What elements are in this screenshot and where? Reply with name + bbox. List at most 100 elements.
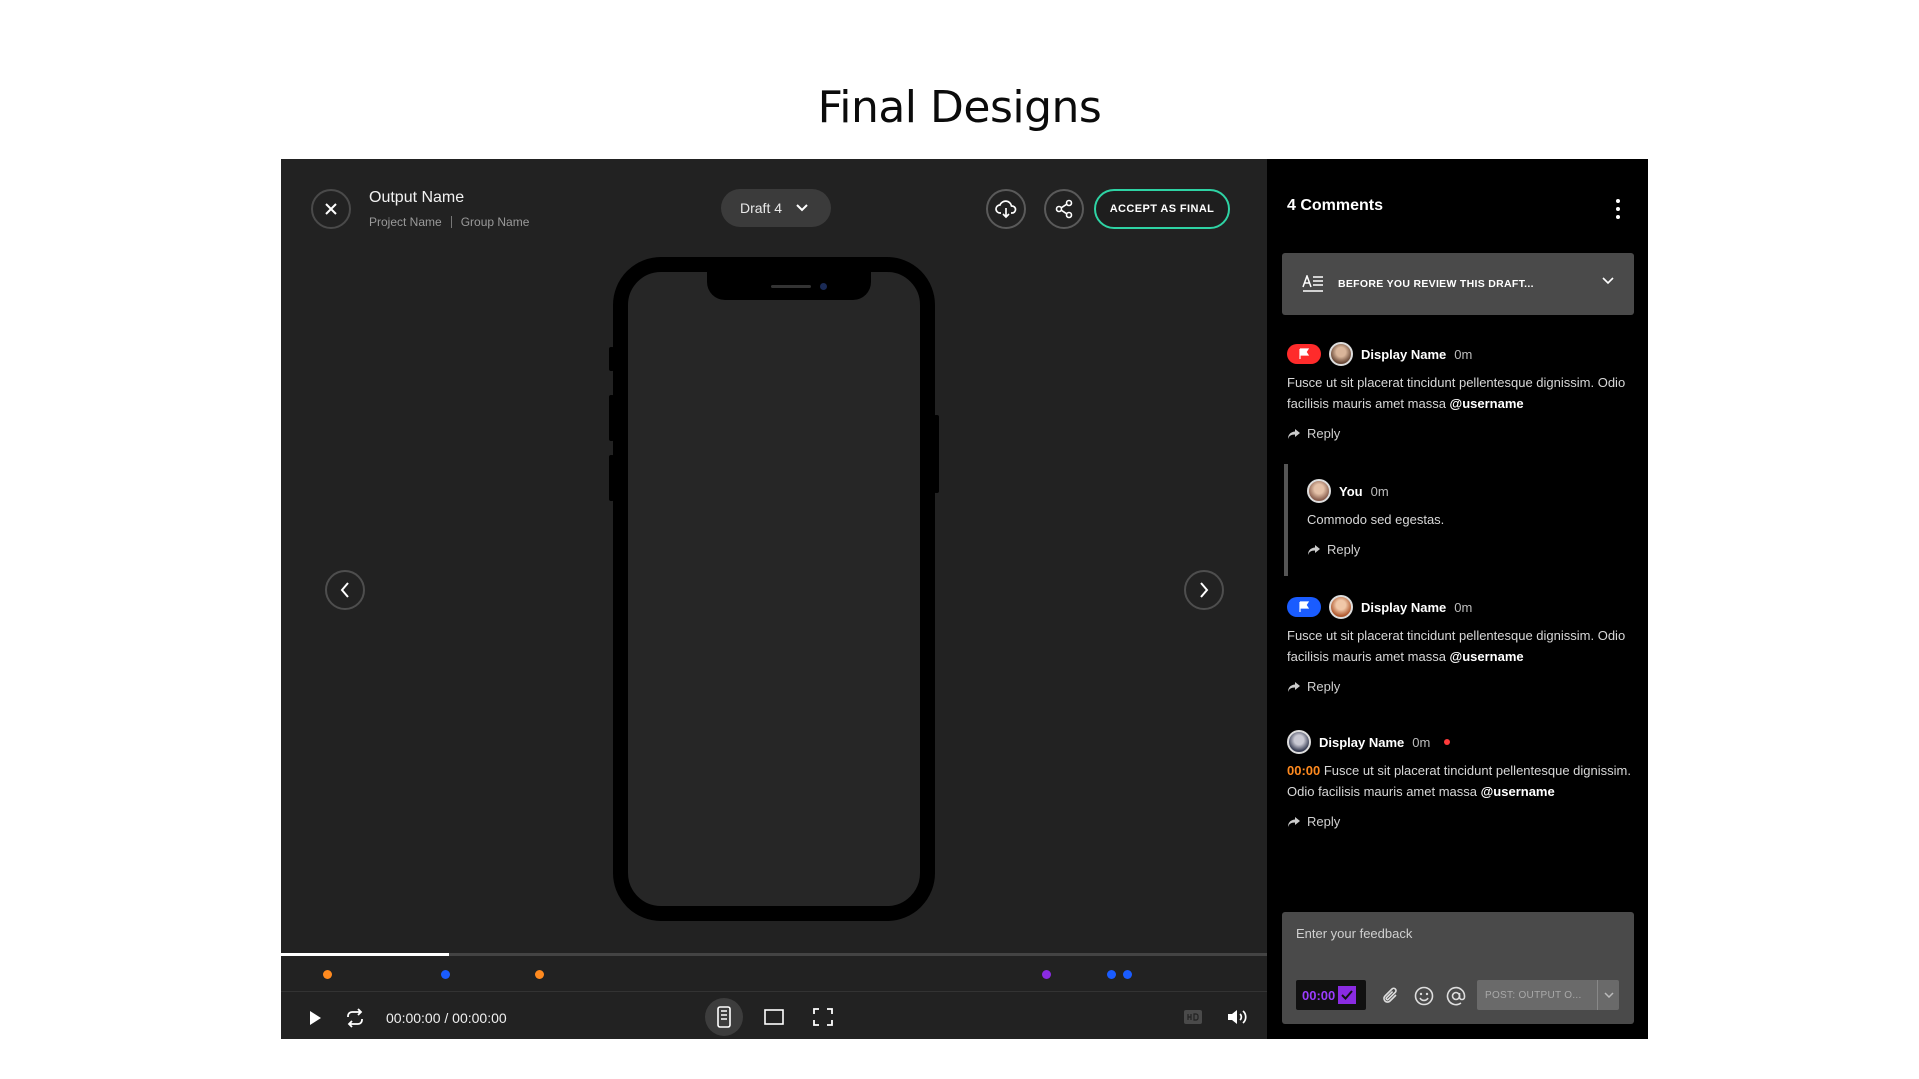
reply-arrow-icon: [1308, 544, 1320, 555]
comment-time: 0m: [1454, 599, 1473, 615]
fullscreen-button[interactable]: [811, 1005, 835, 1029]
phone-side-button: [609, 455, 614, 501]
reply-button[interactable]: Reply: [1287, 814, 1632, 829]
output-name: Output Name: [369, 189, 465, 206]
desktop-view-button[interactable]: [762, 1005, 786, 1029]
flag-icon: [1299, 348, 1310, 359]
flag-badge[interactable]: [1287, 344, 1321, 364]
fullscreen-icon: [813, 1008, 833, 1026]
comment-time: 0m: [1412, 734, 1431, 750]
reply-item: You 0m Commodo sed egestas. Reply: [1307, 479, 1627, 557]
chevron-down-icon: [796, 204, 808, 212]
mention-link[interactable]: @username: [1450, 649, 1524, 664]
share-icon: [1055, 199, 1073, 219]
progress-bar[interactable]: [281, 953, 1267, 956]
emoji-button[interactable]: [1413, 985, 1435, 1007]
page-title: Final Designs: [817, 82, 1102, 133]
accept-as-final-button[interactable]: ACCEPT AS FINAL: [1094, 189, 1230, 229]
mention-link[interactable]: @username: [1450, 396, 1524, 411]
reply-button[interactable]: Reply: [1307, 542, 1627, 557]
avatar: [1329, 342, 1353, 366]
comment-item: Display Name 0m Fusce ut sit placerat ti…: [1287, 342, 1632, 441]
avatar: [1307, 479, 1331, 503]
mention-link[interactable]: @username: [1481, 784, 1555, 799]
reply-button[interactable]: Reply: [1287, 679, 1632, 694]
feedback-input[interactable]: [1296, 926, 1616, 941]
chevron-left-icon: [340, 582, 349, 598]
comment-marker[interactable]: [1123, 970, 1133, 979]
comments-panel: 4 Comments BEFORE YOU REVIEW THIS DRAFT.…: [1267, 159, 1648, 1039]
comment-author: You: [1339, 483, 1363, 499]
screen-icon: [764, 1009, 784, 1025]
chevron-down-icon: [1602, 277, 1614, 285]
close-button[interactable]: [311, 189, 351, 229]
comment-text: Fusce ut sit placerat tincidunt pellente…: [1287, 375, 1626, 411]
post-button[interactable]: POST: OUTPUT O...: [1477, 980, 1619, 1010]
at-sign-icon: [1446, 986, 1466, 1006]
hd-button[interactable]: [1182, 1006, 1204, 1028]
flag-badge[interactable]: [1287, 597, 1321, 617]
phone-side-button: [609, 347, 614, 371]
volume-button[interactable]: [1225, 1005, 1249, 1029]
review-notes-dropdown[interactable]: BEFORE YOU REVIEW THIS DRAFT...: [1282, 253, 1634, 315]
chevron-right-icon: [1200, 582, 1209, 598]
smiley-icon: [1414, 986, 1434, 1006]
attach-button[interactable]: [1380, 985, 1402, 1007]
mobile-view-button[interactable]: [705, 998, 743, 1036]
media-viewer: Output Name Project Name Group Name Draf…: [281, 159, 1267, 1039]
progress-fill: [281, 953, 449, 956]
volume-icon: [1228, 1010, 1247, 1024]
thread-indicator: [1284, 464, 1288, 576]
comment-marker[interactable]: [322, 970, 332, 979]
next-button[interactable]: [1184, 570, 1224, 610]
breadcrumb-project[interactable]: Project Name: [369, 215, 442, 229]
reply-button[interactable]: Reply: [1287, 426, 1632, 441]
check-icon: [1338, 986, 1357, 1004]
breadcrumb-divider: [450, 216, 452, 228]
timestamp-toggle[interactable]: 00:00: [1296, 980, 1366, 1010]
comment-marker[interactable]: [1041, 970, 1051, 979]
review-notes-label: BEFORE YOU REVIEW THIS DRAFT...: [1338, 278, 1534, 290]
breadcrumb-group[interactable]: Group Name: [461, 215, 530, 229]
comment-marker[interactable]: [1106, 970, 1116, 979]
phone-camera: [820, 283, 827, 290]
avatar: [1329, 595, 1353, 619]
comment-text: Fusce ut sit placerat tincidunt pellente…: [1287, 628, 1626, 664]
post-label: POST: OUTPUT O...: [1485, 989, 1582, 1001]
notes-icon: [1302, 275, 1323, 292]
play-button[interactable]: [303, 1006, 327, 1030]
reply-arrow-icon: [1288, 816, 1300, 827]
phone-side-button: [934, 415, 939, 493]
play-icon: [310, 1011, 321, 1025]
comment-item: Display Name 0m 00:00 Fusce ut sit place…: [1287, 730, 1632, 829]
phone-notch: [707, 270, 871, 300]
comment-text: Commodo sed egestas.: [1307, 512, 1445, 527]
share-button[interactable]: [1044, 189, 1084, 229]
mention-button[interactable]: [1445, 985, 1467, 1007]
comment-author: Display Name: [1319, 734, 1405, 750]
comment-author: Display Name: [1361, 346, 1447, 362]
review-app: Output Name Project Name Group Name Draf…: [281, 159, 1648, 1039]
previous-button[interactable]: [325, 570, 365, 610]
post-options-button[interactable]: [1597, 980, 1619, 1010]
phone-icon: [717, 1006, 731, 1028]
comment-text: 00:00 Fusce ut sit placerat tincidunt pe…: [1287, 763, 1631, 799]
reply-arrow-icon: [1288, 428, 1300, 439]
loop-icon: [347, 1008, 363, 1028]
more-options-button[interactable]: [1615, 199, 1621, 219]
comment-author: Display Name: [1361, 599, 1447, 615]
draft-select[interactable]: Draft 4: [721, 189, 831, 227]
comment-time: 0m: [1370, 483, 1389, 499]
comment-marker[interactable]: [534, 970, 544, 979]
close-icon: [325, 203, 337, 215]
timestamp-value: 00:00: [1302, 987, 1336, 1003]
cloud-download-icon: [995, 200, 1017, 219]
loop-button[interactable]: [343, 1006, 367, 1030]
feedback-composer: 00:00 POST: OUTPUT O...: [1282, 912, 1634, 1024]
download-button[interactable]: [986, 189, 1026, 229]
breadcrumb: Project Name Group Name: [369, 215, 529, 229]
comment-timestamp[interactable]: 00:00: [1287, 763, 1320, 778]
comment-time: 0m: [1454, 346, 1473, 362]
comment-marker[interactable]: [441, 970, 451, 979]
reply-arrow-icon: [1288, 681, 1300, 692]
